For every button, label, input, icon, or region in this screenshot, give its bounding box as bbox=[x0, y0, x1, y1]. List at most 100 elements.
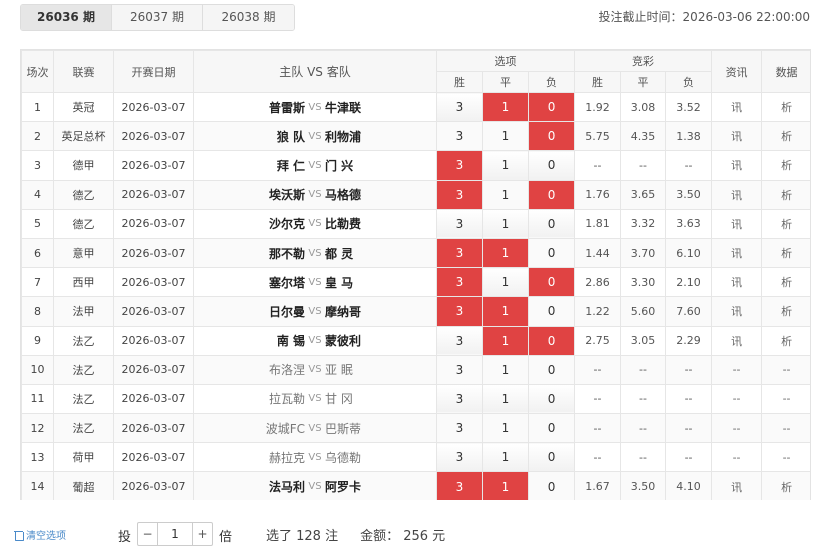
match-no: 13 bbox=[21, 442, 54, 473]
match-date: 2026-03-07 bbox=[113, 442, 194, 473]
info-link[interactable]: 讯 bbox=[711, 471, 763, 500]
option-lose[interactable]: 0 bbox=[527, 237, 576, 269]
info-link[interactable]: 讯 bbox=[711, 237, 763, 269]
option-lose[interactable]: 0 bbox=[527, 91, 576, 123]
option-win[interactable]: 3 bbox=[436, 150, 483, 181]
option-lose[interactable]: 0 bbox=[527, 121, 576, 152]
info-link[interactable]: 讯 bbox=[711, 150, 763, 181]
option-draw[interactable]: 1 bbox=[482, 208, 529, 239]
option-win[interactable]: 3 bbox=[436, 121, 483, 152]
clear-options-button[interactable]: 清空选项 bbox=[14, 527, 66, 542]
option-win[interactable]: 3 bbox=[436, 354, 483, 385]
option-win[interactable]: 3 bbox=[436, 267, 483, 298]
option-lose[interactable]: 0 bbox=[527, 354, 576, 385]
option-draw[interactable]: 1 bbox=[482, 413, 529, 444]
option-lose[interactable]: 0 bbox=[527, 413, 576, 444]
info-link: -- bbox=[711, 442, 763, 473]
option-draw[interactable]: 1 bbox=[482, 296, 529, 327]
option-draw[interactable]: 1 bbox=[482, 267, 529, 298]
info-link[interactable]: 讯 bbox=[711, 267, 763, 298]
match-teams: 埃沃斯 VS 马格德 bbox=[193, 179, 437, 210]
option-win[interactable]: 3 bbox=[436, 237, 483, 269]
option-draw[interactable]: 1 bbox=[482, 150, 529, 181]
info-link[interactable]: 讯 bbox=[711, 121, 763, 152]
info-link[interactable]: 讯 bbox=[711, 296, 763, 327]
analysis-link[interactable]: 析 bbox=[761, 237, 810, 269]
decrease-button[interactable]: − bbox=[138, 523, 158, 545]
option-draw[interactable]: 1 bbox=[482, 383, 529, 415]
option-lose[interactable]: 0 bbox=[527, 179, 576, 210]
away-team: 巴斯蒂 bbox=[325, 421, 362, 436]
option-win[interactable]: 3 bbox=[436, 179, 483, 210]
odds-lose: 3.52 bbox=[665, 91, 713, 123]
bet-footer: 清空选项 投 − + 倍 选了 128 注 金额： 256 元 bbox=[0, 500, 840, 556]
multiple-unit: 倍 bbox=[219, 530, 233, 545]
odds-lose: 3.63 bbox=[665, 208, 713, 239]
tab-26036[interactable]: 26036 期 bbox=[21, 5, 112, 30]
bet-deadline: 投注截止时间：2026-03-06 22:00:00 bbox=[598, 10, 810, 24]
analysis-link[interactable]: 析 bbox=[761, 179, 810, 210]
option-draw[interactable]: 1 bbox=[482, 237, 529, 269]
away-team: 阿罗卡 bbox=[325, 480, 362, 495]
odds-draw: 3.32 bbox=[620, 208, 667, 239]
info-link[interactable]: 讯 bbox=[711, 91, 763, 123]
option-draw[interactable]: 1 bbox=[482, 471, 529, 500]
option-win[interactable]: 3 bbox=[436, 325, 483, 356]
match-teams: 赫拉克 VS 乌德勒 bbox=[193, 442, 437, 473]
info-link[interactable]: 讯 bbox=[711, 208, 763, 239]
vs-label: VS bbox=[308, 189, 322, 201]
bet-summary: 选了 128 注 金额： 256 元 bbox=[266, 525, 445, 544]
option-lose[interactable]: 0 bbox=[527, 208, 576, 239]
match-teams: 普雷斯 VS 牛津联 bbox=[193, 91, 437, 123]
option-win[interactable]: 3 bbox=[436, 296, 483, 327]
option-draw[interactable]: 1 bbox=[482, 91, 529, 123]
issue-tabs: 26036 期 26037 期 26038 期 bbox=[20, 4, 295, 31]
tab-26038[interactable]: 26038 期 bbox=[203, 5, 294, 30]
away-team: 都 灵 bbox=[325, 246, 354, 261]
match-table-container[interactable]: 场次 联赛 开赛日期 主队 VS 客队 选项 竞彩 资讯 数据 胜 平 负 胜 … bbox=[20, 49, 811, 501]
option-lose[interactable]: 0 bbox=[527, 442, 576, 473]
analysis-link[interactable]: 析 bbox=[761, 91, 810, 123]
option-lose[interactable]: 0 bbox=[527, 150, 576, 181]
option-draw[interactable]: 1 bbox=[482, 179, 529, 210]
home-team: 埃沃斯 bbox=[268, 188, 305, 203]
odds-win: 1.22 bbox=[574, 296, 622, 327]
option-lose[interactable]: 0 bbox=[527, 471, 576, 500]
analysis-link[interactable]: 析 bbox=[761, 150, 810, 181]
odds-win: 1.44 bbox=[574, 237, 622, 269]
option-win[interactable]: 3 bbox=[436, 471, 483, 500]
option-draw[interactable]: 1 bbox=[482, 442, 529, 473]
option-draw[interactable]: 1 bbox=[482, 354, 529, 385]
option-win[interactable]: 3 bbox=[436, 91, 483, 123]
increase-button[interactable]: + bbox=[192, 523, 212, 545]
option-lose[interactable]: 0 bbox=[527, 267, 576, 298]
analysis-link[interactable]: 析 bbox=[761, 325, 810, 356]
option-lose[interactable]: 0 bbox=[527, 325, 576, 356]
info-link[interactable]: 讯 bbox=[711, 325, 763, 356]
match-teams: 塞尔塔 VS 皇 马 bbox=[193, 267, 437, 298]
analysis-link[interactable]: 析 bbox=[761, 267, 810, 298]
vs-label: VS bbox=[308, 159, 322, 171]
odds-win: -- bbox=[574, 354, 622, 385]
match-teams: 布洛涅 VS 亚 眠 bbox=[193, 354, 437, 385]
analysis-link[interactable]: 析 bbox=[761, 296, 810, 327]
option-lose[interactable]: 0 bbox=[527, 383, 576, 415]
multiple-label: 投 bbox=[118, 530, 132, 545]
option-win[interactable]: 3 bbox=[436, 413, 483, 444]
option-draw[interactable]: 1 bbox=[482, 121, 529, 152]
option-win[interactable]: 3 bbox=[436, 383, 483, 415]
option-win[interactable]: 3 bbox=[436, 208, 483, 239]
analysis-link: -- bbox=[761, 354, 810, 385]
option-lose[interactable]: 0 bbox=[527, 296, 576, 327]
tab-26037[interactable]: 26037 期 bbox=[112, 5, 203, 30]
analysis-link[interactable]: 析 bbox=[761, 208, 810, 239]
table-row: 1 英冠 2026-03-07 普雷斯 VS 牛津联 3 1 0 1.92 3.08 3.52 讯析 bbox=[21, 91, 810, 123]
info-link[interactable]: 讯 bbox=[711, 179, 763, 210]
option-draw[interactable]: 1 bbox=[482, 325, 529, 356]
multiple-input[interactable] bbox=[158, 523, 192, 545]
analysis-link[interactable]: 析 bbox=[761, 121, 810, 152]
analysis-link[interactable]: 析 bbox=[761, 471, 810, 500]
header-odds-lose: 负 bbox=[665, 71, 713, 93]
option-win[interactable]: 3 bbox=[436, 442, 483, 473]
match-teams: 狼 队 VS 利物浦 bbox=[193, 121, 437, 152]
